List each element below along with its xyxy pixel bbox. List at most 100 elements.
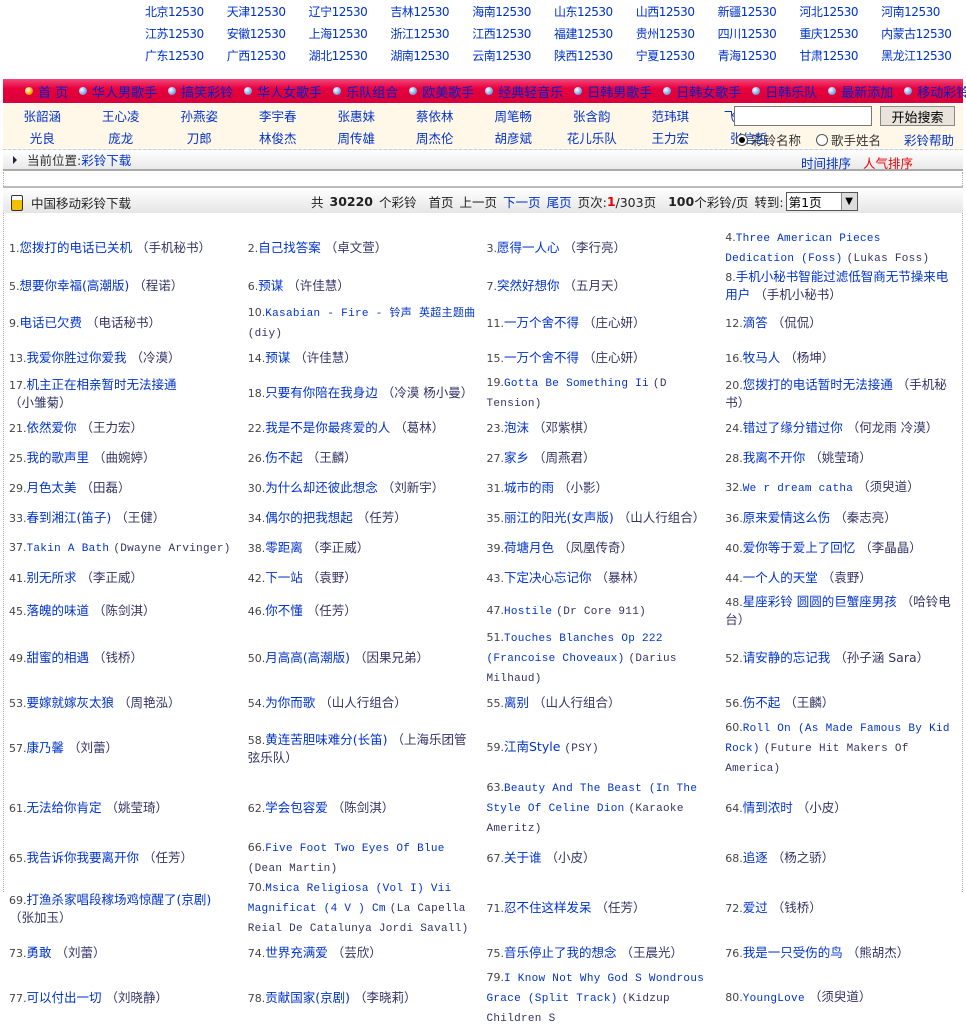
singer-link[interactable]: （钱桥） bbox=[772, 900, 822, 915]
singer-link[interactable]: （因果兄弟） bbox=[354, 650, 429, 665]
song-title-link[interactable]: YoungLove bbox=[743, 993, 805, 1005]
singer-link[interactable]: （王麟） bbox=[784, 695, 834, 710]
song-title-link[interactable]: 黄连苦胆味难分(长笛) bbox=[265, 732, 387, 747]
nav-item[interactable]: 移动彩铃 bbox=[904, 82, 966, 101]
province-link[interactable]: 山西12530 bbox=[636, 3, 718, 20]
song-title-link[interactable]: 江南Style bbox=[504, 739, 560, 754]
song-title-link[interactable]: 我爱你胜过你爱我 bbox=[27, 350, 127, 365]
song-title-link[interactable]: 爱过 bbox=[743, 900, 768, 915]
singer-link[interactable]: （刘蕾） bbox=[68, 740, 118, 755]
singer-link[interactable]: (Dr Core 911) bbox=[556, 606, 646, 618]
province-link[interactable]: 新疆12530 bbox=[718, 3, 800, 20]
province-link[interactable]: 天津12530 bbox=[227, 3, 309, 20]
artist-link[interactable]: 光良 bbox=[3, 128, 82, 147]
song-title-link[interactable]: 泡沫 bbox=[504, 420, 529, 435]
artist-link[interactable]: 周杰伦 bbox=[396, 128, 475, 147]
province-link[interactable]: 甘肃12530 bbox=[799, 47, 881, 64]
province-link[interactable]: 吉林12530 bbox=[390, 3, 472, 20]
province-link[interactable]: 安徽12530 bbox=[227, 25, 309, 42]
artist-link[interactable]: 周笔畅 bbox=[474, 106, 553, 125]
song-title-link[interactable]: 下定决心忘记你 bbox=[504, 570, 592, 585]
singer-link[interactable]: （小影） bbox=[558, 480, 608, 495]
help-link[interactable]: 彩铃帮助 bbox=[904, 130, 954, 149]
artist-link[interactable]: 庞龙 bbox=[82, 128, 161, 147]
singer-link[interactable]: （卓文萱） bbox=[325, 240, 388, 255]
song-title-link[interactable]: 想要你幸福(高潮版) bbox=[20, 278, 130, 293]
singer-link[interactable]: （袁野） bbox=[822, 570, 872, 585]
song-title-link[interactable]: 一万个舍不得 bbox=[504, 315, 579, 330]
singer-link[interactable]: （袁野） bbox=[307, 570, 357, 585]
song-title-link[interactable]: 下一站 bbox=[265, 570, 303, 585]
song-title-link[interactable]: 音乐停止了我的想念 bbox=[504, 945, 617, 960]
singer-link[interactable]: （程诺） bbox=[133, 278, 183, 293]
singer-link[interactable]: （刘蕾） bbox=[56, 945, 106, 960]
province-link[interactable]: 重庆12530 bbox=[799, 25, 881, 42]
song-title-link[interactable]: I Know Not Why God S Wondrous Grace (Spl… bbox=[487, 973, 705, 1005]
singer-link[interactable]: （周艳泓） bbox=[118, 695, 181, 710]
song-title-link[interactable]: 为你而歌 bbox=[265, 695, 315, 710]
song-title-link[interactable]: 关于谁 bbox=[504, 850, 542, 865]
province-link[interactable]: 上海12530 bbox=[309, 25, 391, 42]
search-button[interactable]: 开始搜索 bbox=[880, 106, 955, 126]
artist-link[interactable]: 张含韵 bbox=[553, 106, 632, 125]
search-input[interactable] bbox=[734, 106, 872, 126]
singer-link[interactable]: （小皮） bbox=[797, 800, 847, 815]
nav-item[interactable]: 日韩女歌手 bbox=[663, 82, 741, 101]
singer-link[interactable]: （李晶晶） bbox=[859, 540, 922, 555]
song-title-link[interactable]: 您拨打的电话已关机 bbox=[20, 240, 133, 255]
singer-link[interactable]: （邓紫棋） bbox=[533, 420, 596, 435]
province-link[interactable]: 江西12530 bbox=[472, 25, 554, 42]
singer-link[interactable]: （田磊） bbox=[81, 480, 131, 495]
song-title-link[interactable]: We r dream catha bbox=[743, 483, 853, 495]
singer-link[interactable]: （任芳） bbox=[307, 603, 357, 618]
breadcrumb-current[interactable]: 彩铃下载 bbox=[81, 150, 131, 169]
singer-link[interactable]: （侃侃） bbox=[772, 315, 822, 330]
artist-link[interactable]: 胡彦斌 bbox=[474, 128, 553, 147]
singer-link[interactable]: (PSY) bbox=[564, 743, 599, 755]
singer-link[interactable]: （许佳慧） bbox=[294, 350, 357, 365]
singer-link[interactable]: （李行亮） bbox=[564, 240, 627, 255]
singer-link[interactable]: （葛林） bbox=[394, 420, 444, 435]
singer-link[interactable]: （李正威） bbox=[81, 570, 144, 585]
singer-link[interactable]: （姚莹琦） bbox=[106, 800, 169, 815]
singer-link[interactable]: （冷漠 杨小曼） bbox=[382, 385, 473, 400]
artist-link[interactable]: 林俊杰 bbox=[239, 128, 318, 147]
song-title-link[interactable]: 月高高(高潮版) bbox=[265, 650, 350, 665]
singer-link[interactable]: （王晨光） bbox=[621, 945, 684, 960]
artist-link[interactable]: 蔡依林 bbox=[396, 106, 475, 125]
song-title-link[interactable]: 依然爱你 bbox=[27, 420, 77, 435]
singer-link[interactable]: （王麟） bbox=[307, 450, 357, 465]
sort-by-popularity[interactable]: 人气排序 bbox=[863, 153, 913, 172]
singer-link[interactable]: （陈剑淇） bbox=[332, 800, 395, 815]
nav-item[interactable]: 日韩乐队 bbox=[752, 82, 817, 101]
radio-ringtone-name[interactable]: 彩铃名称 bbox=[736, 130, 801, 149]
province-link[interactable]: 河北12530 bbox=[799, 3, 881, 20]
song-title-link[interactable]: 城市的雨 bbox=[504, 480, 554, 495]
singer-link[interactable]: （杨坤） bbox=[784, 350, 834, 365]
singer-link[interactable]: （山人行组合） bbox=[319, 695, 407, 710]
song-title-link[interactable]: 可以付出一切 bbox=[27, 990, 102, 1005]
singer-link[interactable]: （任芳） bbox=[143, 850, 193, 865]
song-title-link[interactable]: 零距离 bbox=[265, 540, 303, 555]
singer-link[interactable]: (Dwayne Arvinger) bbox=[113, 543, 230, 555]
singer-link[interactable]: (Dean Martin) bbox=[248, 863, 338, 875]
singer-link[interactable]: （刘晓静） bbox=[106, 990, 169, 1005]
province-link[interactable]: 北京12530 bbox=[145, 3, 227, 20]
song-title-link[interactable]: Five Foot Two Eyes Of Blue bbox=[265, 843, 444, 855]
singer-link[interactable]: （小皮） bbox=[546, 850, 596, 865]
singer-link[interactable]: （任芳） bbox=[596, 900, 646, 915]
singer-link[interactable]: （李正威） bbox=[307, 540, 370, 555]
song-title-link[interactable]: 勇敢 bbox=[27, 945, 52, 960]
nav-item[interactable]: 首 页 bbox=[25, 82, 68, 101]
nav-item[interactable]: 华人男歌手 bbox=[79, 82, 157, 101]
song-title-link[interactable]: 一万个舍不得 bbox=[504, 350, 579, 365]
song-title-link[interactable]: 家乡 bbox=[504, 450, 529, 465]
province-link[interactable]: 宁夏12530 bbox=[636, 47, 718, 64]
song-title-link[interactable]: 为什么却还彼此想念 bbox=[265, 480, 378, 495]
province-link[interactable]: 湖北12530 bbox=[309, 47, 391, 64]
page-select[interactable]: 第1页 ▼ bbox=[785, 192, 858, 211]
singer-link[interactable]: （凤凰传奇） bbox=[558, 540, 633, 555]
province-link[interactable]: 云南12530 bbox=[472, 47, 554, 64]
artist-link[interactable]: 张韶涵 bbox=[3, 106, 82, 125]
song-title-link[interactable]: 我告诉你我要离开你 bbox=[27, 850, 140, 865]
